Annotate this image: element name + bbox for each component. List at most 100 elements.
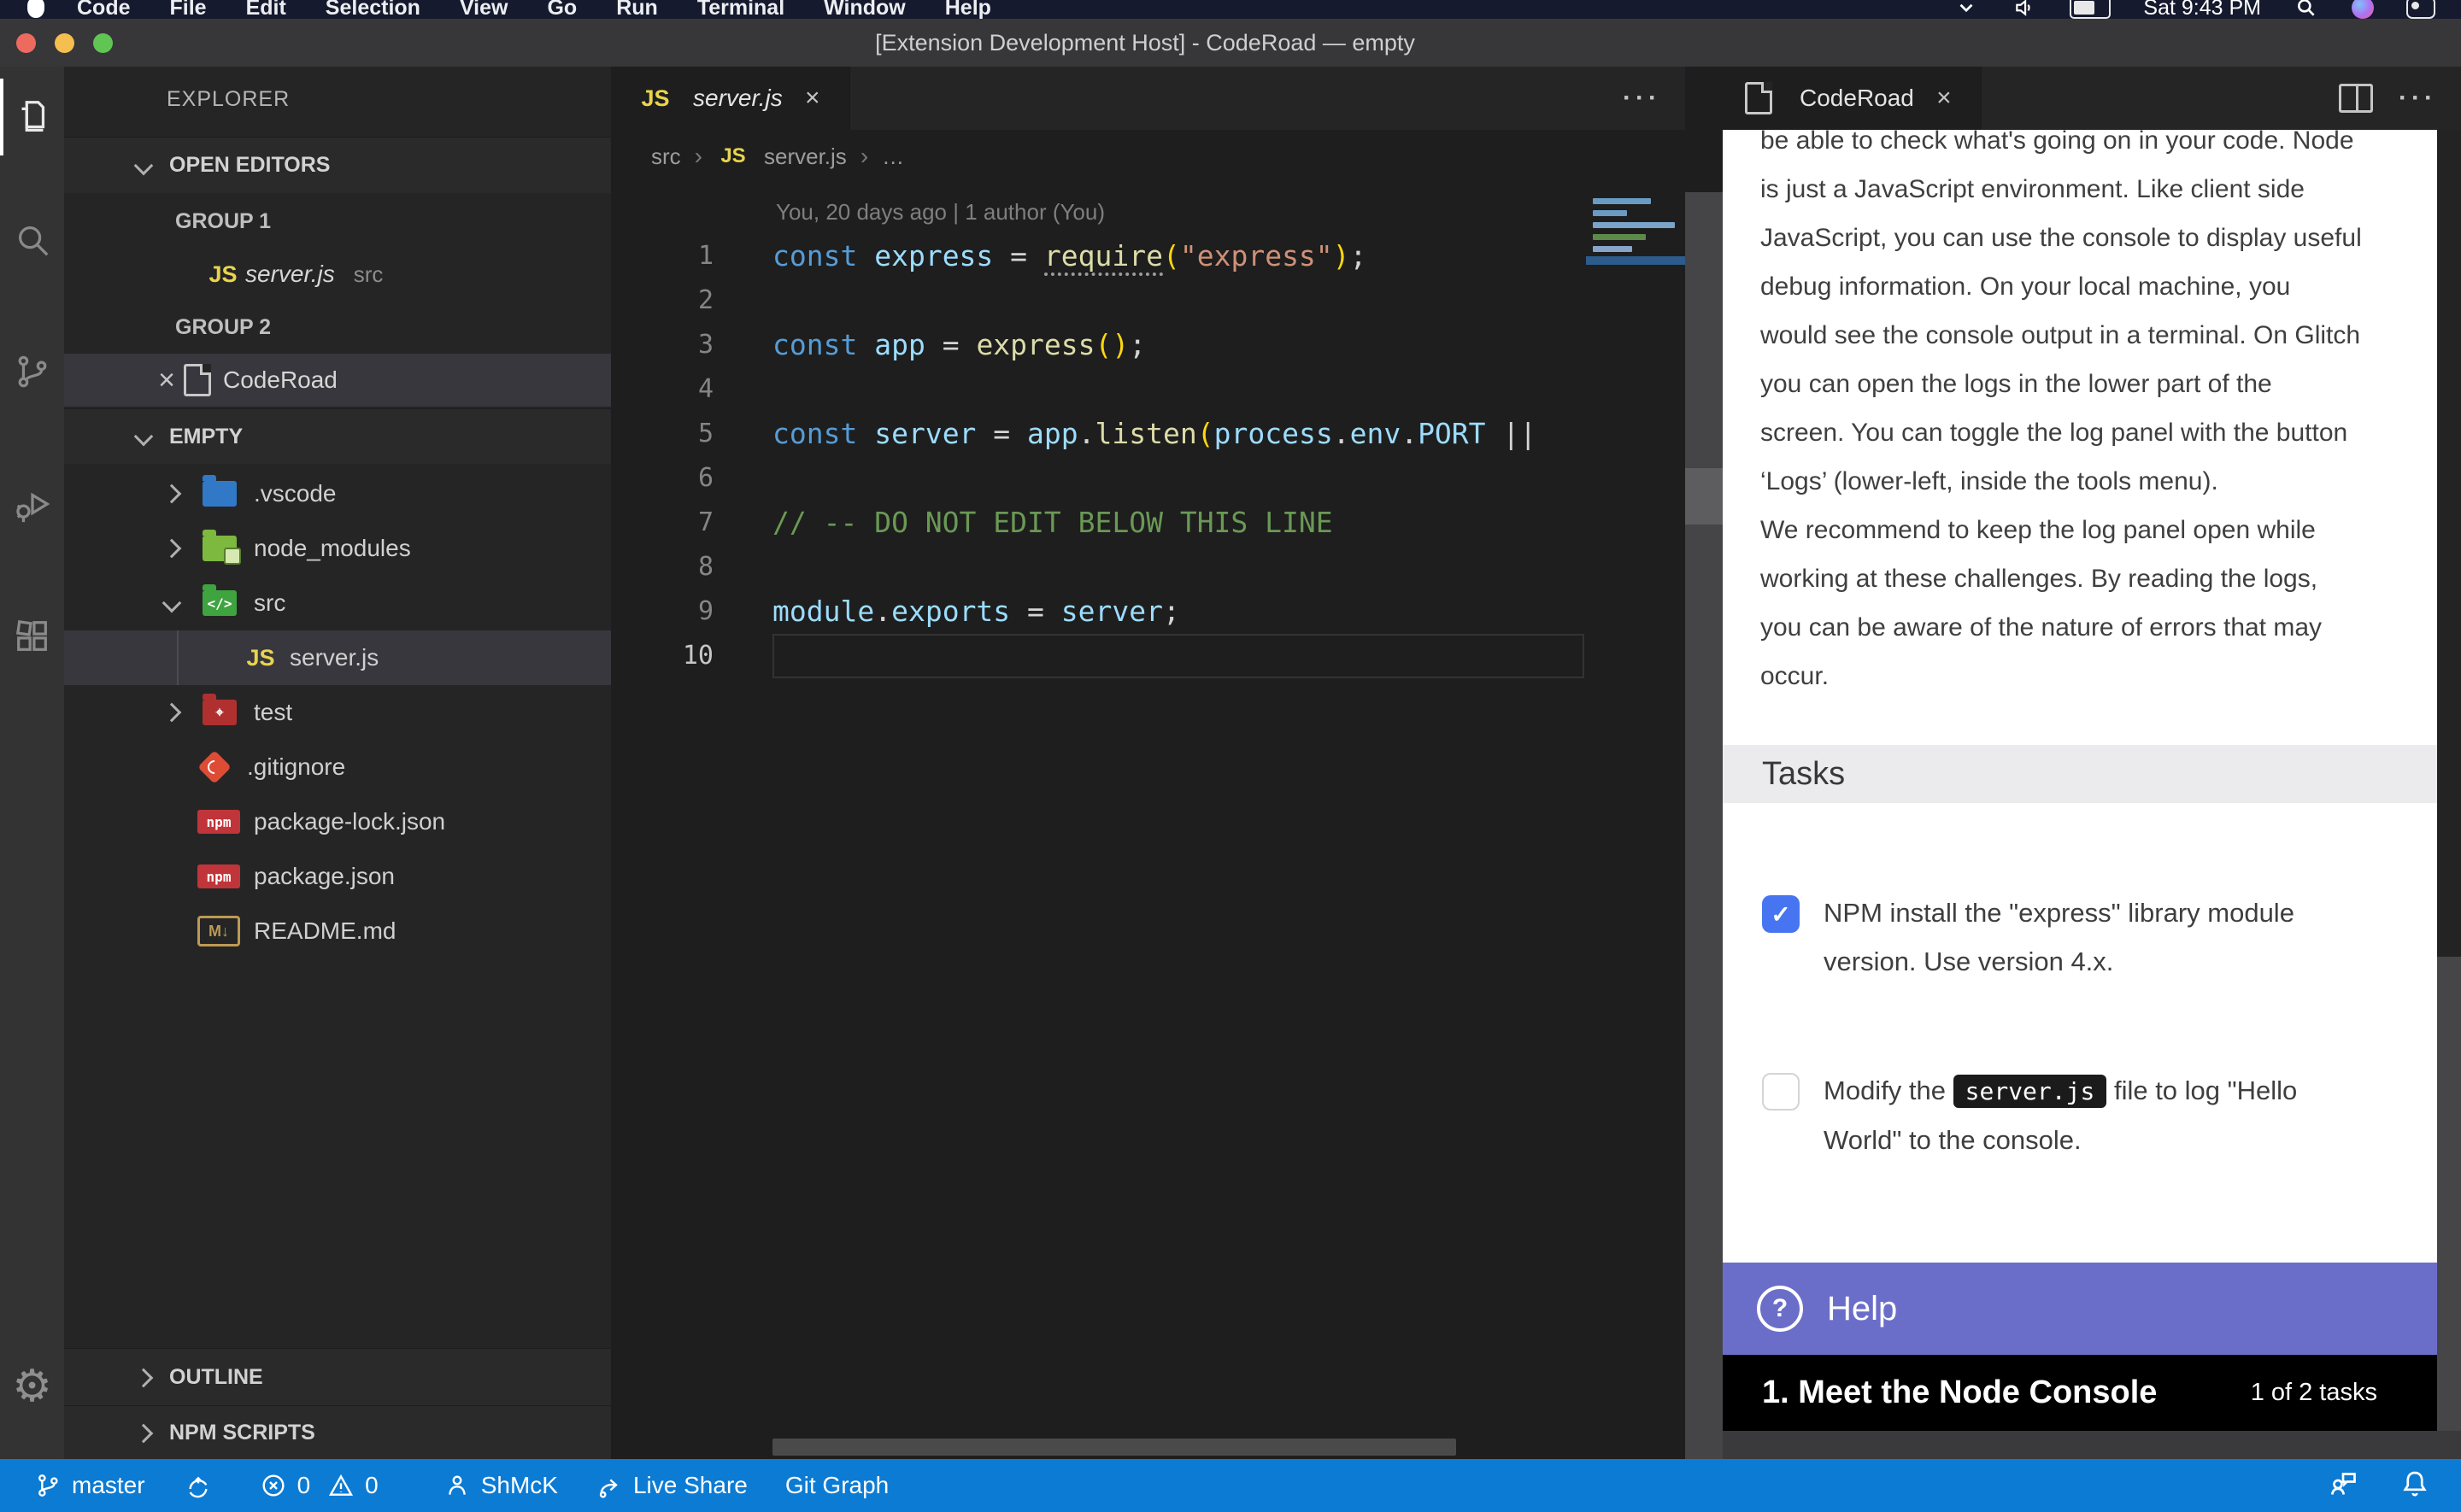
menu-item-help[interactable]: Help	[945, 0, 991, 19]
code-line-9[interactable]: 9module.exports = server;	[611, 589, 1685, 634]
panel-scrollbar-track[interactable]	[2437, 130, 2461, 957]
window-titlebar: [Extension Development Host] - CodeRoad …	[0, 19, 2461, 67]
breadcrumb-symbol[interactable]: …	[882, 144, 904, 170]
task-checkbox[interactable]	[1762, 1073, 1800, 1111]
status-item-git-graph[interactable]: Git Graph	[785, 1472, 889, 1499]
search-icon[interactable]	[0, 202, 64, 278]
run-debug-icon[interactable]	[0, 466, 64, 543]
npm-scripts-section-header[interactable]: NPM SCRIPTS	[64, 1405, 611, 1459]
tree-item--vscode[interactable]: .vscode	[64, 466, 611, 521]
tree-item-package-json[interactable]: npmpackage.json	[64, 849, 611, 904]
lesson-footer[interactable]: 1. Meet the Node Console 1 of 2 tasks	[1723, 1355, 2437, 1431]
tree-item-src[interactable]: </>src	[64, 576, 611, 630]
settings-gear-icon[interactable]: ⚙	[0, 1348, 64, 1425]
menubar-clock[interactable]: Sat 9:43 PM	[2143, 0, 2261, 19]
feedback-icon[interactable]	[2328, 1468, 2358, 1504]
tree-item-readme-md[interactable]: M↓README.md	[64, 904, 611, 958]
open-editors-header[interactable]: OPEN EDITORS	[64, 137, 611, 193]
status-item-master[interactable]: master	[34, 1472, 145, 1499]
status-item-0[interactable]: 0	[327, 1472, 379, 1499]
split-editor-icon[interactable]	[2339, 84, 2373, 113]
tab-coderoad[interactable]: CodeRoad ×	[1723, 67, 1982, 130]
chevron-down-icon	[134, 427, 154, 447]
tree-item--gitignore[interactable]: .gitignore	[64, 740, 611, 794]
menu-item-selection[interactable]: Selection	[326, 0, 420, 19]
menu-item-view[interactable]: View	[460, 0, 508, 19]
menu-item-edit[interactable]: Edit	[246, 0, 286, 19]
extensions-icon[interactable]	[0, 598, 64, 675]
menu-item-go[interactable]: Go	[547, 0, 577, 19]
code-editor[interactable]: You, 20 days ago | 1 author (You) 1const…	[611, 190, 1685, 678]
battery-icon[interactable]	[2070, 0, 2111, 19]
apple-icon[interactable]	[27, 0, 44, 18]
menu-item-run[interactable]: Run	[616, 0, 658, 19]
task-checkbox[interactable]: ✓	[1762, 895, 1800, 933]
zoom-window-button[interactable]	[93, 33, 113, 53]
branch-icon	[34, 1472, 62, 1499]
open-editors-group-label: GROUP 1	[64, 195, 611, 248]
tree-item-label: package-lock.json	[254, 808, 445, 835]
status-item-0[interactable]: 0	[260, 1472, 311, 1499]
status-item-label: 0	[297, 1472, 311, 1499]
close-tab-icon[interactable]: ×	[798, 85, 827, 111]
line-number: 6	[611, 456, 714, 501]
menu-item-terminal[interactable]: Terminal	[697, 0, 784, 19]
breadcrumb[interactable]: src › JS server.js › …	[651, 130, 904, 183]
open-editor-item-coderoad[interactable]: ×CodeRoad	[64, 354, 611, 407]
chevron-right-icon	[134, 1423, 154, 1443]
status-item-sync[interactable]	[185, 1472, 212, 1499]
open-editor-item-server-js[interactable]: JSserver.jssrc	[64, 248, 611, 301]
code-line-3[interactable]: 3const app = express();	[611, 323, 1685, 367]
control-center-icon[interactable]	[2406, 0, 2435, 19]
outline-section-header[interactable]: OUTLINE	[64, 1348, 611, 1406]
horizontal-scrollbar[interactable]	[772, 1439, 1456, 1456]
tree-item-test[interactable]: ⌖test	[64, 685, 611, 740]
spotlight-icon[interactable]	[2294, 0, 2319, 19]
editor-panel-sash[interactable]	[1685, 67, 1723, 1459]
folder-section-header[interactable]: EMPTY	[64, 408, 611, 464]
code-line-8[interactable]: 8	[611, 545, 1685, 589]
tree-item-package-lock-json[interactable]: npmpackage-lock.json	[64, 794, 611, 849]
panel-more-actions-icon[interactable]: ···	[2399, 84, 2437, 113]
lesson-text-line: ‘Logs’ (lower-left, inside the tools men…	[1760, 457, 2410, 506]
source-control-icon[interactable]	[0, 333, 64, 410]
tree-item-server-js[interactable]: JSserver.js	[64, 630, 611, 685]
gitlens-blame[interactable]: You, 20 days ago | 1 author (You)	[611, 190, 1685, 234]
notifications-bell-icon[interactable]	[2399, 1468, 2430, 1504]
tree-item-node-modules[interactable]: node_modules	[64, 521, 611, 576]
person-icon	[443, 1472, 471, 1499]
code-line-6[interactable]: 6	[611, 456, 1685, 501]
panel-scrollbar-thumb[interactable]	[2437, 957, 2461, 1431]
status-item-shmck[interactable]: ShMcK	[443, 1472, 558, 1499]
code-line-5[interactable]: 5const server = app.listen(process.env.P…	[611, 412, 1685, 456]
help-bar[interactable]: ? Help	[1723, 1263, 2437, 1355]
volume-icon[interactable]	[2012, 0, 2037, 19]
minimize-window-button[interactable]	[55, 33, 74, 53]
breadcrumb-file[interactable]: server.js	[764, 144, 847, 170]
code-line-4[interactable]: 4	[611, 367, 1685, 412]
line-number: 1	[611, 234, 714, 278]
close-window-button[interactable]	[16, 33, 36, 53]
menu-item-window[interactable]: Window	[824, 0, 906, 19]
editor-more-actions-icon[interactable]: ···	[1623, 84, 1661, 113]
explorer-icon[interactable]	[0, 79, 64, 155]
chevron-down-icon[interactable]	[1953, 0, 1979, 19]
breadcrumb-src[interactable]: src	[651, 144, 681, 170]
close-tab-icon[interactable]: ×	[1929, 85, 1959, 111]
git-icon	[197, 750, 232, 784]
close-editor-icon[interactable]: ×	[150, 366, 184, 395]
tab-server-js[interactable]: JS server.js ×	[611, 67, 850, 130]
window-title: [Extension Development Host] - CodeRoad …	[875, 30, 1415, 56]
menu-item-file[interactable]: File	[170, 0, 207, 19]
line-number: 7	[611, 501, 714, 545]
minimap[interactable]	[1586, 190, 1685, 446]
code-line-2[interactable]: 2	[611, 278, 1685, 323]
code-line-1[interactable]: 1const express = require("express");	[611, 234, 1685, 278]
menu-item-code[interactable]: Code	[77, 0, 131, 19]
siri-icon[interactable]	[2352, 0, 2374, 19]
scrollbar-thumb[interactable]	[1685, 468, 1723, 525]
task-label: NPM install the "express" library module…	[1824, 888, 2413, 986]
vscode-window: Code File Edit Selection View Go Run Terminal Wi…	[0, 0, 2461, 1512]
status-item-live-share[interactable]: Live Share	[596, 1472, 748, 1499]
code-line-7[interactable]: 7// -- DO NOT EDIT BELOW THIS LINE	[611, 501, 1685, 545]
